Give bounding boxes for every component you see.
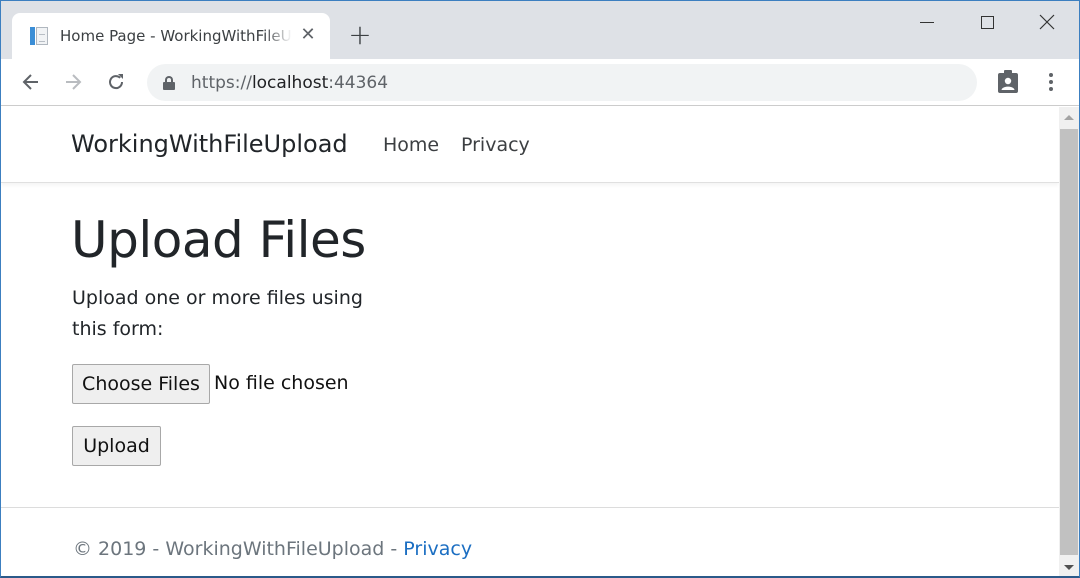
maximize-icon	[980, 15, 994, 29]
scrollbar-thumb[interactable]	[1060, 129, 1078, 555]
site-footer: © 2019 - WorkingWithFileUpload - Privacy	[1, 507, 1059, 576]
scroll-up-button[interactable]	[1059, 107, 1079, 127]
url-scheme: https://	[191, 72, 252, 93]
window-close-button[interactable]	[1027, 7, 1067, 37]
footer-text: © 2019 - WorkingWithFileUpload - Privacy	[73, 538, 472, 560]
lock-icon	[163, 75, 175, 90]
footer-privacy-link[interactable]: Privacy	[403, 538, 472, 560]
url-port: :44364	[328, 72, 389, 93]
arrow-left-icon	[22, 74, 38, 90]
arrow-right-icon	[66, 74, 82, 90]
document-icon	[28, 25, 50, 47]
browser-window: Home Page - WorkingWithFileUpload ✕ +	[0, 0, 1080, 578]
triangle-down-icon	[1064, 564, 1074, 570]
site-navbar: WorkingWithFileUpload Home Privacy	[1, 107, 1059, 183]
scroll-down-button[interactable]	[1059, 557, 1079, 576]
page-viewport: WorkingWithFileUpload Home Privacy Uploa…	[1, 107, 1059, 576]
close-icon[interactable]: ✕	[298, 25, 318, 45]
choose-files-button[interactable]: Choose Files	[72, 364, 210, 404]
plus-icon: +	[348, 18, 372, 51]
nav-link-privacy[interactable]: Privacy	[461, 134, 530, 156]
vertical-scrollbar[interactable]	[1059, 107, 1079, 576]
upload-button[interactable]: Upload	[72, 426, 161, 466]
new-tab-button[interactable]: +	[345, 21, 375, 51]
url-text: https://localhost:44364	[191, 73, 388, 93]
site-brand[interactable]: WorkingWithFileUpload	[71, 130, 348, 158]
close-icon	[1039, 14, 1055, 30]
browser-tab[interactable]: Home Page - WorkingWithFileUpload ✕	[12, 13, 330, 59]
reload-icon	[109, 74, 124, 90]
browser-toolbar: https://localhost:44364	[1, 59, 1079, 106]
page-description: Upload one or more files using this form…	[72, 287, 363, 340]
page-title: Upload Files	[71, 211, 366, 269]
tab-strip: Home Page - WorkingWithFileUpload ✕ +	[1, 1, 1079, 59]
back-button[interactable]	[16, 67, 46, 97]
reload-button[interactable]	[101, 67, 131, 97]
forward-button[interactable]	[58, 67, 88, 97]
tab-title: Home Page - WorkingWithFileUpload	[60, 27, 292, 45]
maximize-button[interactable]	[967, 7, 1007, 37]
footer-copyright: © 2019 - WorkingWithFileUpload -	[73, 538, 404, 560]
clipboard-account-icon	[998, 70, 1018, 93]
triangle-up-icon	[1064, 114, 1074, 120]
minimize-button[interactable]	[907, 7, 947, 37]
kebab-menu-icon[interactable]	[1041, 71, 1061, 93]
nav-link-home[interactable]: Home	[383, 134, 439, 156]
extension-button[interactable]	[997, 70, 1019, 94]
file-status: No file chosen	[214, 372, 349, 394]
address-bar[interactable]: https://localhost:44364	[147, 64, 977, 101]
url-host: localhost	[251, 72, 329, 93]
minimize-icon	[920, 21, 934, 23]
